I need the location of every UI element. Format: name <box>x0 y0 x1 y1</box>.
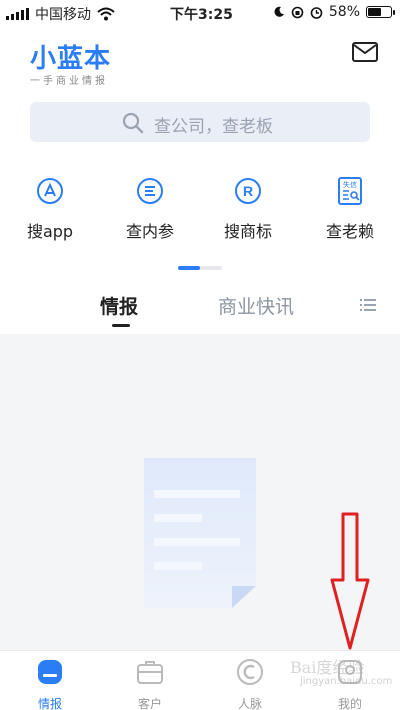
quick-item-reports[interactable]: 查内参 <box>110 176 190 242</box>
search-icon <box>122 112 144 134</box>
page-indicator <box>178 266 222 270</box>
status-time: 下午3:25 <box>170 7 233 23</box>
nav-item-connections[interactable]: 人脉 <box>220 657 280 710</box>
nav-label: 我的 <box>337 697 362 710</box>
tab-business-news[interactable]: 商业快讯 <box>218 292 294 319</box>
battery-icon <box>366 6 395 18</box>
quick-item-debtor[interactable]: 失信 查老赖 <box>310 176 390 242</box>
trademark-icon: R <box>235 178 261 204</box>
connections-icon <box>237 659 263 685</box>
quick-item-label: 搜商标 <box>223 222 272 241</box>
status-left: 中国移动 <box>6 4 115 24</box>
search-placeholder: 查公司，查老板 <box>154 117 273 137</box>
signal-icon <box>6 8 29 20</box>
quick-item-label: 查内参 <box>125 222 174 241</box>
rotation-lock-icon <box>291 6 304 18</box>
quick-item-search-app[interactable]: 搜app <box>10 176 90 242</box>
nav-item-intelligence[interactable]: 情报 <box>20 657 80 710</box>
quick-item-label: 查老赖 <box>325 222 374 241</box>
briefcase-icon <box>137 661 163 684</box>
watermark-url: jingyan.baidu.com <box>300 676 393 687</box>
app-logo: 小蓝本 <box>30 44 112 74</box>
nav-label: 客户 <box>137 697 162 710</box>
list-icon[interactable] <box>360 298 376 312</box>
search-section: 查公司，查老板 <box>0 92 400 154</box>
app-slogan: 一手商业情报 <box>30 76 108 87</box>
quick-item-trademark[interactable]: R 搜商标 <box>208 176 288 242</box>
carrier-label: 中国移动 <box>35 7 91 23</box>
intelligence-icon <box>38 660 62 684</box>
content-tabs: 情报 商业快讯 <box>0 276 400 334</box>
battery-percent: 58% <box>328 4 360 20</box>
mail-icon[interactable] <box>352 42 378 62</box>
quick-item-label: 搜app <box>26 222 74 241</box>
moon-icon <box>274 6 284 17</box>
wifi-icon <box>97 7 115 21</box>
empty-document-illustration <box>144 458 256 608</box>
dishonest-debtor-icon: 失信 <box>338 177 362 205</box>
alarm-icon <box>310 6 323 19</box>
tab-intelligence[interactable]: 情报 <box>100 292 138 319</box>
active-tab-indicator <box>112 324 130 327</box>
header: 小蓝本 一手商业情报 <box>0 26 400 92</box>
watermark-brand: Bai度经验 <box>290 658 365 677</box>
nav-item-customers[interactable]: 客户 <box>120 657 180 710</box>
red-arrow-annotation <box>330 512 370 650</box>
report-icon <box>137 178 163 204</box>
search-input[interactable]: 查公司，查老板 <box>30 102 370 142</box>
status-right: 58% <box>273 4 395 20</box>
status-bar: 中国移动 下午3:25 58% <box>0 0 400 26</box>
debtor-badge-text: 失信 <box>343 180 357 189</box>
app-store-icon <box>37 178 63 204</box>
trademark-letter: R <box>243 183 253 199</box>
nav-label: 人脉 <box>237 697 262 710</box>
nav-label: 情报 <box>37 697 62 710</box>
